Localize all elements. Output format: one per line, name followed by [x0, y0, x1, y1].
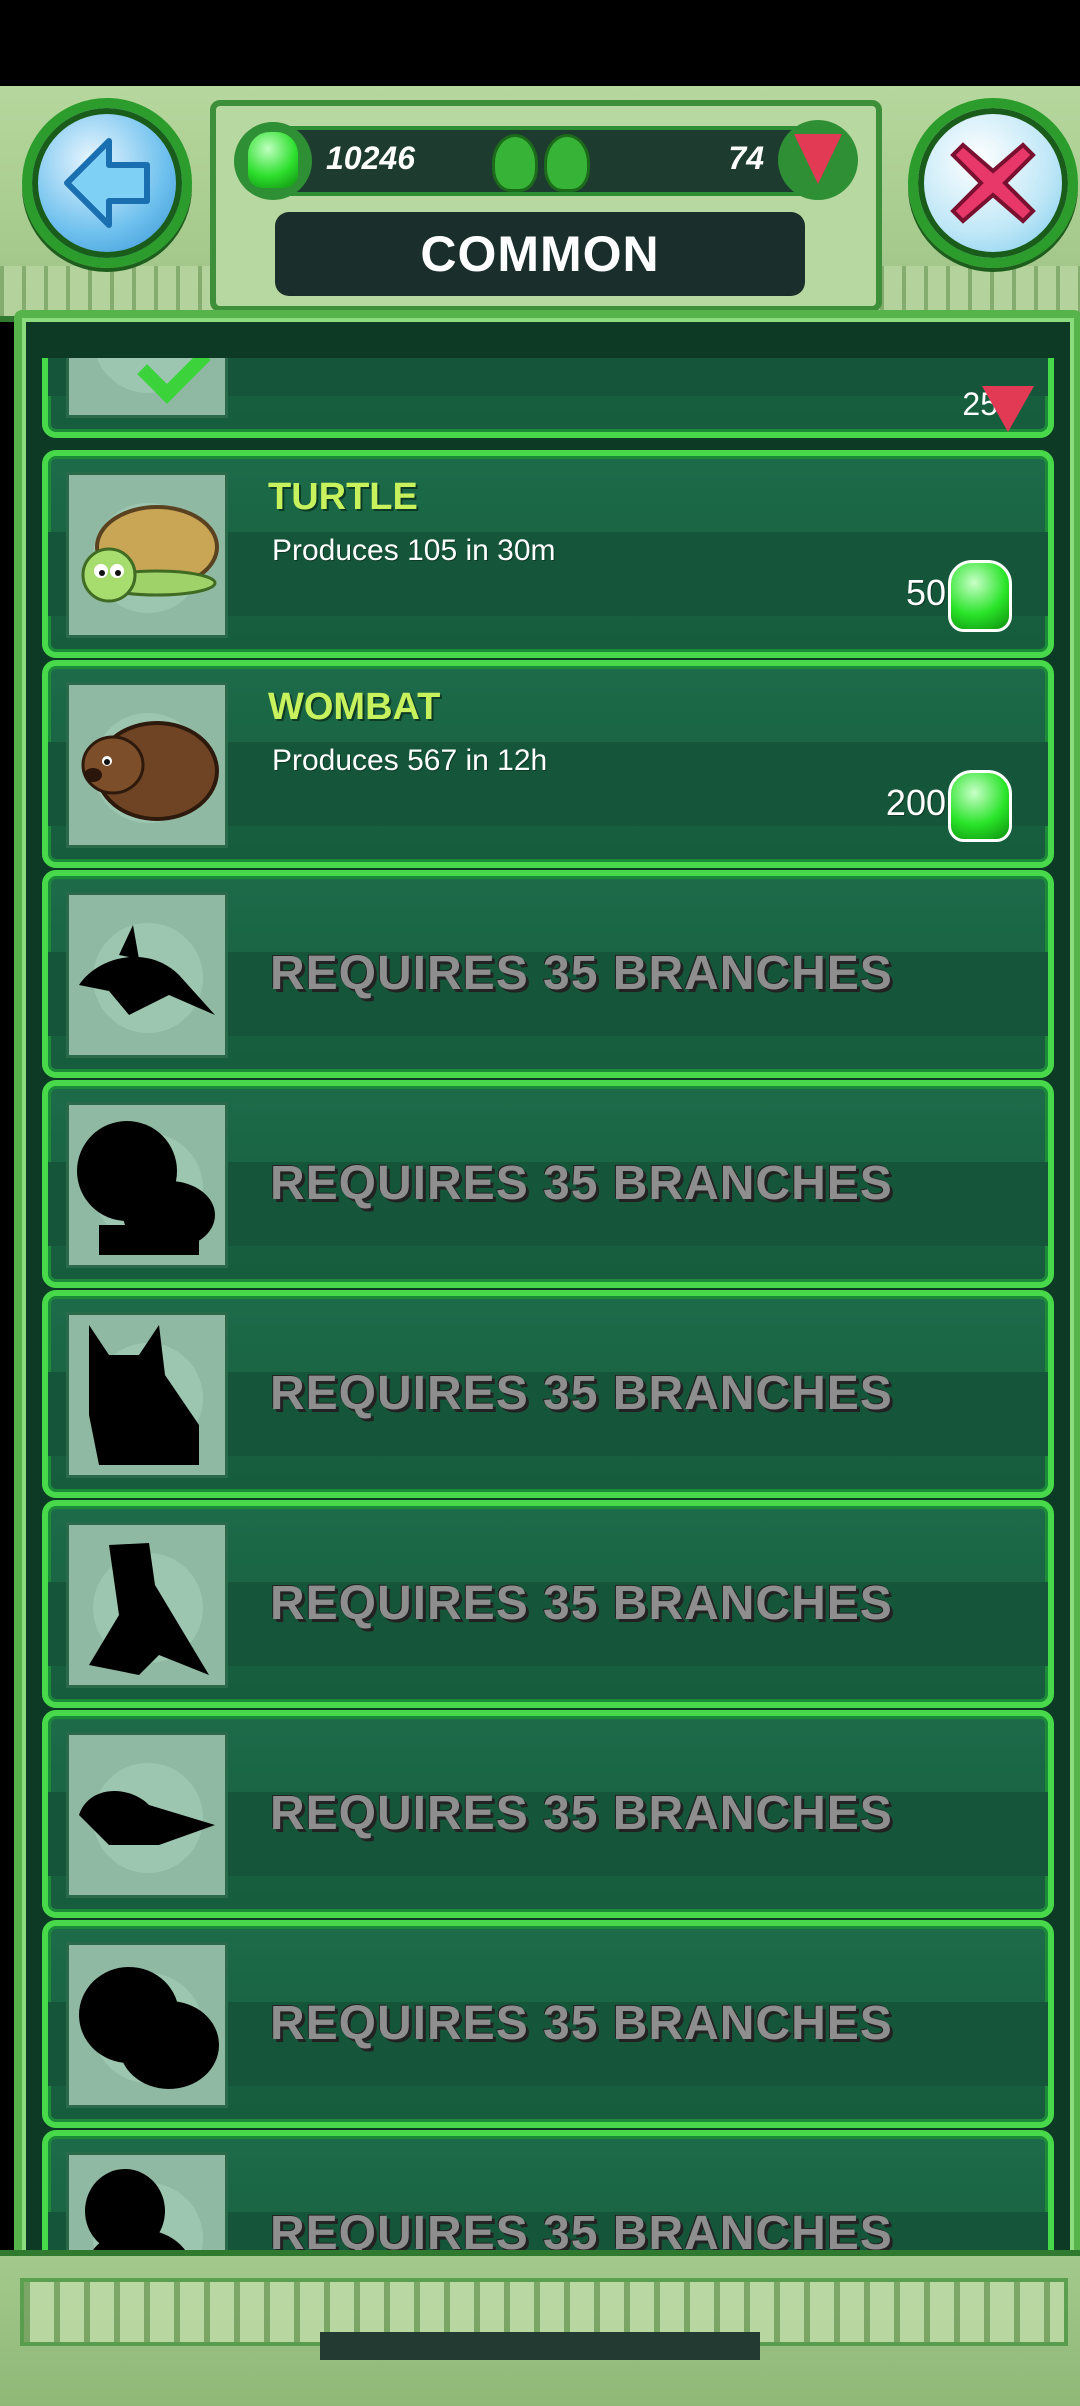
currency-bar: 10246 74 — [234, 120, 858, 200]
category-title-box: COMMON — [275, 212, 805, 296]
close-button[interactable] — [908, 98, 1078, 268]
turtle-thumbnail — [66, 472, 228, 638]
page-title: COMMON — [420, 226, 660, 282]
status-bar — [0, 0, 1080, 86]
locked-animal-silhouette — [66, 1102, 228, 1268]
unlock-requirement: REQUIRES 35 BRANCHES — [270, 1157, 893, 1210]
animal-name: TURTLE — [268, 476, 418, 518]
list-item-turtle[interactable]: TURTLE Produces 105 in 30m 50 — [42, 450, 1054, 658]
list-item-locked[interactable]: REQUIRES 35 BRANCHES — [42, 870, 1054, 1078]
price-value: 50 — [905, 572, 946, 613]
price-value: 200 — [885, 782, 946, 823]
green-gem-icon — [948, 560, 1012, 632]
locked-animal-silhouette — [66, 892, 228, 1058]
green-gem-icon — [234, 122, 312, 200]
list-item-wombat[interactable]: WOMBAT Produces 567 in 12h 200 — [42, 660, 1054, 868]
list-item-locked[interactable]: REQUIRES 35 BRANCHES — [42, 1290, 1054, 1498]
close-x-icon — [950, 142, 1036, 224]
crystal-count: 74 — [728, 140, 764, 176]
gem-count: 10246 — [326, 140, 415, 176]
list-viewport[interactable]: 25 TURTLE Produces 105 in 30m 50 WOMBAT … — [22, 358, 1074, 2338]
list-item-locked[interactable]: REQUIRES 35 BRANCHES — [42, 1710, 1054, 1918]
lynx-silhouette-icon — [89, 1325, 199, 1465]
animal-list[interactable]: 25 TURTLE Produces 105 in 30m 50 WOMBAT … — [14, 310, 1080, 2356]
back-arrow-icon — [64, 138, 150, 228]
lion-silhouette-icon — [77, 1121, 215, 1255]
footer-bar — [320, 2332, 760, 2360]
back-button[interactable] — [22, 98, 192, 268]
unlock-requirement: REQUIRES 35 BRANCHES — [270, 1367, 893, 1420]
locked-animal-silhouette — [66, 1732, 228, 1898]
unlock-requirement: REQUIRES 35 BRANCHES — [270, 1577, 893, 1630]
red-crystal-icon — [982, 386, 1034, 432]
otter-silhouette-icon — [79, 1791, 215, 1845]
turtle-icon — [81, 505, 219, 603]
list-item-locked[interactable]: REQUIRES 35 BRANCHES — [42, 1920, 1054, 2128]
green-gem-icon — [948, 770, 1012, 842]
locked-animal-silhouette — [66, 1312, 228, 1478]
red-crystal-icon — [778, 120, 858, 200]
list-item-locked[interactable]: REQUIRES 35 BRANCHES — [42, 1080, 1054, 1288]
footer-frame — [0, 2250, 1080, 2406]
list-item-locked[interactable]: REQUIRES 35 BRANCHES — [42, 1500, 1054, 1708]
locked-animal-silhouette — [66, 1522, 228, 1688]
wombat-icon — [81, 721, 219, 821]
unlock-requirement: REQUIRES 35 BRANCHES — [270, 1997, 893, 2050]
vine-ornament — [492, 130, 592, 192]
animal-production: Produces 567 in 12h — [272, 744, 548, 777]
bird-silhouette-icon — [89, 1543, 209, 1675]
list-item[interactable]: 25 — [42, 358, 1054, 438]
animal-name: WOMBAT — [268, 686, 441, 728]
animal-production: Produces 105 in 30m — [272, 534, 556, 567]
locked-animal-silhouette — [66, 1942, 228, 2108]
wombat-thumbnail — [66, 682, 228, 848]
unlock-requirement: REQUIRES 35 BRANCHES — [270, 947, 893, 1000]
sheep-silhouette-icon — [79, 1967, 219, 2089]
unlock-requirement: REQUIRES 35 BRANCHES — [270, 1787, 893, 1840]
aardvark-silhouette-icon — [79, 925, 215, 1015]
